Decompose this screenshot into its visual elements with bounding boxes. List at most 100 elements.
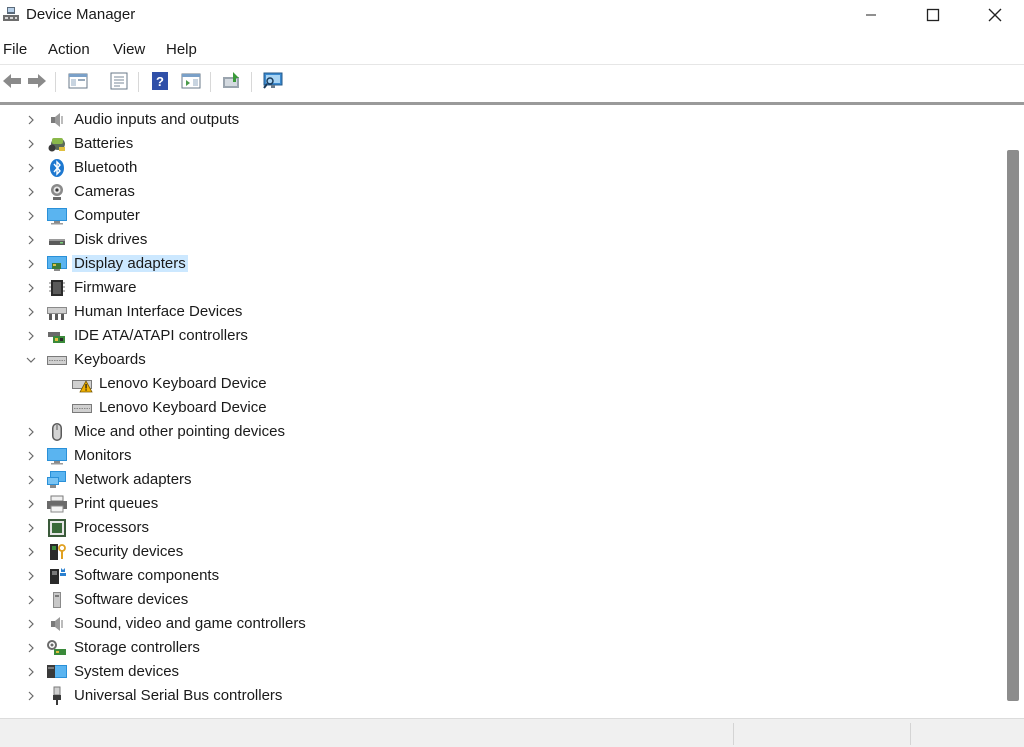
scrollbar-thumb[interactable] xyxy=(1007,150,1019,701)
chevron-right-icon[interactable] xyxy=(24,112,38,128)
tree-item-mice-and-other-pointing-devices[interactable]: Mice and other pointing devices xyxy=(0,420,1000,444)
chevron-right-icon[interactable] xyxy=(24,304,38,320)
show-hide-console-tree-icon xyxy=(68,73,88,89)
sound-controller-icon xyxy=(47,614,67,634)
tree-item-label-selected: Display adapters xyxy=(72,255,188,272)
menu-help[interactable]: Help xyxy=(166,41,197,58)
mouse-icon xyxy=(47,422,67,442)
tree-item-firmware[interactable]: Firmware xyxy=(0,276,1000,300)
tree-item-keyboards[interactable]: Keyboards xyxy=(0,348,1000,372)
update-driver-icon xyxy=(223,72,239,88)
menu-file[interactable]: File xyxy=(3,41,27,58)
forward-button[interactable] xyxy=(25,69,49,93)
chevron-right-icon[interactable] xyxy=(24,616,38,632)
tree-item-print-queues[interactable]: Print queues xyxy=(0,492,1000,516)
maximize-icon xyxy=(926,8,940,22)
chevron-right-icon[interactable] xyxy=(24,688,38,704)
toolbar: ? xyxy=(0,66,1024,98)
chevron-right-icon[interactable] xyxy=(24,328,38,344)
chevron-right-icon[interactable] xyxy=(24,496,38,512)
tree-item-label: Batteries xyxy=(74,135,134,152)
tree-item-display-adapters[interactable]: Display adapters xyxy=(0,252,1000,276)
device-tree: Audio inputs and outputs Batteries Bluet… xyxy=(0,106,1002,718)
tree-item-label: Print queues xyxy=(74,495,159,512)
properties-icon xyxy=(110,72,128,90)
device-manager-app-icon xyxy=(2,6,20,24)
tree-item-lenovo-keyboard-device[interactable]: Lenovo Keyboard Device xyxy=(0,396,1000,420)
back-button[interactable] xyxy=(0,69,24,93)
update-driver-button[interactable] xyxy=(220,69,244,93)
tree-item-processors[interactable]: Processors xyxy=(0,516,1000,540)
help-button[interactable]: ? xyxy=(148,69,172,93)
tree-item-software-devices[interactable]: Software devices xyxy=(0,588,1000,612)
tree-item-label: Computer xyxy=(74,207,140,224)
tree-item-disk-drives[interactable]: Disk drives xyxy=(0,228,1000,252)
chevron-right-icon[interactable] xyxy=(24,232,38,248)
tree-item-storage-controllers[interactable]: Storage controllers xyxy=(0,636,1000,660)
printer-icon xyxy=(46,494,67,514)
maximize-button[interactable] xyxy=(902,0,964,30)
status-bar-divider xyxy=(733,723,734,745)
software-component-icon xyxy=(47,566,67,586)
minimize-button[interactable] xyxy=(840,0,902,30)
menu-view[interactable]: View xyxy=(113,41,145,58)
storage-controller-icon xyxy=(46,638,66,658)
chevron-right-icon[interactable] xyxy=(24,136,38,152)
properties-button[interactable] xyxy=(107,69,131,93)
toolbar-separator xyxy=(210,72,211,92)
close-button[interactable] xyxy=(964,0,1024,30)
tree-item-lenovo-keyboard-device-warning[interactable]: Lenovo Keyboard Device xyxy=(0,372,1000,396)
tree-item-audio-inputs-and-outputs[interactable]: Audio inputs and outputs xyxy=(0,108,1000,132)
tree-item-universal-serial-bus-controllers[interactable]: Universal Serial Bus controllers xyxy=(0,684,1000,708)
tree-item-label: Monitors xyxy=(74,447,132,464)
chevron-right-icon[interactable] xyxy=(24,160,38,176)
chevron-down-icon[interactable] xyxy=(24,352,38,368)
tree-item-label: Keyboards xyxy=(74,351,146,368)
tree-item-label: Security devices xyxy=(74,543,184,560)
tree-item-label: Processors xyxy=(74,519,150,536)
menu-divider xyxy=(0,64,1024,65)
chevron-right-icon[interactable] xyxy=(24,592,38,608)
tree-item-bluetooth[interactable]: Bluetooth xyxy=(0,156,1000,180)
chevron-right-icon[interactable] xyxy=(24,640,38,656)
tree-item-ide-ata-atapi-controllers[interactable]: IDE ATA/ATAPI controllers xyxy=(0,324,1000,348)
status-bar xyxy=(0,718,1024,747)
show-hide-console-tree-button[interactable] xyxy=(66,69,90,93)
vertical-scrollbar[interactable] xyxy=(1002,106,1024,718)
chevron-right-icon[interactable] xyxy=(24,568,38,584)
chevron-right-icon[interactable] xyxy=(24,184,38,200)
tree-item-security-devices[interactable]: Security devices xyxy=(0,540,1000,564)
tree-item-label: Software components xyxy=(74,567,220,584)
tree-item-label: Firmware xyxy=(74,279,137,296)
tree-item-system-devices[interactable]: System devices xyxy=(0,660,1000,684)
tree-item-label: Disk drives xyxy=(74,231,148,248)
chevron-right-icon[interactable] xyxy=(24,256,38,272)
chevron-right-icon[interactable] xyxy=(24,544,38,560)
chevron-right-icon[interactable] xyxy=(24,520,38,536)
chevron-right-icon[interactable] xyxy=(24,448,38,464)
tree-item-network-adapters[interactable]: Network adapters xyxy=(0,468,1000,492)
tree-item-human-interface-devices[interactable]: Human Interface Devices xyxy=(0,300,1000,324)
tree-item-cameras[interactable]: Cameras xyxy=(0,180,1000,204)
display-adapter-icon xyxy=(46,254,67,274)
chevron-right-icon[interactable] xyxy=(24,424,38,440)
tree-item-computer[interactable]: Computer xyxy=(0,204,1000,228)
tree-item-software-components[interactable]: Software components xyxy=(0,564,1000,588)
title-bar: Device Manager xyxy=(0,0,1024,32)
chevron-right-icon[interactable] xyxy=(24,664,38,680)
tree-item-sound-video-and-game-controllers[interactable]: Sound, video and game controllers xyxy=(0,612,1000,636)
close-icon xyxy=(988,8,1002,22)
scan-hardware-changes-button[interactable] xyxy=(261,69,285,93)
toolbar-divider xyxy=(0,102,1024,105)
menu-action[interactable]: Action xyxy=(48,41,90,58)
tree-item-label: Storage controllers xyxy=(74,639,200,656)
chevron-right-icon[interactable] xyxy=(24,208,38,224)
tree-item-batteries[interactable]: Batteries xyxy=(0,132,1000,156)
tree-item-monitors[interactable]: Monitors xyxy=(0,444,1000,468)
window-title: Device Manager xyxy=(26,6,136,23)
action-pane-button[interactable] xyxy=(179,69,203,93)
chevron-right-icon[interactable] xyxy=(24,280,38,296)
chevron-right-icon[interactable] xyxy=(24,472,38,488)
ide-controller-icon xyxy=(47,326,67,346)
speaker-icon xyxy=(47,110,67,130)
